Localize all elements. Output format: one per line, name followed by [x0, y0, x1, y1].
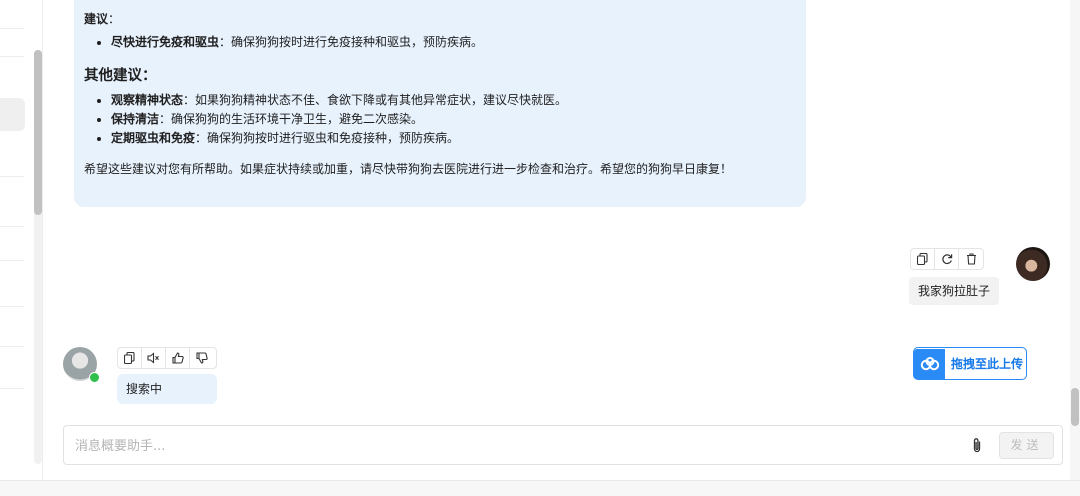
bot-message-actions [117, 347, 217, 369]
send-button[interactable]: 发送 [999, 432, 1054, 459]
user-message-bubble: 我家狗拉肚子 [909, 277, 999, 305]
user-message-actions [910, 248, 984, 270]
sidebar-divider [0, 56, 24, 57]
searching-message-bubble: 搜索中 [117, 374, 217, 404]
list-item: 观察精神状态：如果狗狗精神状态不佳、食欲下降或有其他异常症状，建议尽快就医。 [111, 91, 796, 110]
message-input[interactable] [73, 435, 957, 457]
paperclip-icon[interactable] [969, 436, 985, 454]
intro-label: 建议 [84, 12, 109, 26]
refresh-icon[interactable] [935, 249, 959, 269]
thumbs-down-icon[interactable] [190, 348, 214, 368]
list-item: 保持清洁：确保狗狗的生活环境干净卫生，避免二次感染。 [111, 110, 796, 129]
sidebar [0, 0, 43, 480]
sidebar-item-active[interactable] [0, 98, 25, 131]
user-avatar[interactable] [1016, 247, 1050, 281]
intro-line: 建议： [84, 12, 121, 26]
speaker-icon[interactable] [142, 348, 166, 368]
suggestion-list: 尽快进行免疫和驱虫：确保狗狗按时进行免疫接种和驱虫，预防疾病。 [84, 33, 796, 52]
list-item: 尽快进行免疫和驱虫：确保狗狗按时进行免疫接种和驱虫，预防疾病。 [111, 33, 796, 52]
other-suggestions-heading: 其他建议： [84, 68, 157, 84]
sidebar-scrollbar-thumb[interactable] [34, 50, 42, 215]
closing-text: 希望这些建议对您有所帮助。如果症状持续或加重，请尽快带狗狗去医院进行进一步检查和… [84, 162, 733, 176]
main-scrollbar-thumb[interactable] [1071, 388, 1079, 426]
drag-upload-button[interactable]: 拖拽至此上传 [913, 347, 1027, 380]
sidebar-divider [0, 28, 24, 29]
copy-icon[interactable] [911, 249, 935, 269]
other-suggestion-list: 观察精神状态：如果狗狗精神状态不佳、食欲下降或有其他异常症状，建议尽快就医。 保… [84, 91, 796, 148]
cloud-upload-icon [914, 348, 945, 379]
copy-icon[interactable] [118, 348, 142, 368]
list-item: 定期驱虫和免疫：确保狗狗按时进行驱虫和免疫接种，预防疾病。 [111, 129, 796, 148]
sidebar-divider [0, 176, 24, 177]
message-composer: 发送 [63, 425, 1063, 465]
sidebar-divider [0, 388, 24, 389]
thumbs-up-icon[interactable] [166, 348, 190, 368]
trash-icon[interactable] [959, 249, 983, 269]
sidebar-divider [0, 306, 24, 307]
sidebar-divider [0, 260, 24, 261]
sidebar-divider [0, 346, 24, 347]
assistant-message-bubble: 建议： 尽快进行免疫和驱虫：确保狗狗按时进行免疫接种和驱虫，预防疾病。 其他建议… [74, 0, 806, 207]
bottom-strip [0, 480, 1080, 496]
sidebar-divider [0, 226, 24, 227]
online-status-dot [89, 372, 100, 383]
drag-upload-label: 拖拽至此上传 [951, 357, 1024, 371]
